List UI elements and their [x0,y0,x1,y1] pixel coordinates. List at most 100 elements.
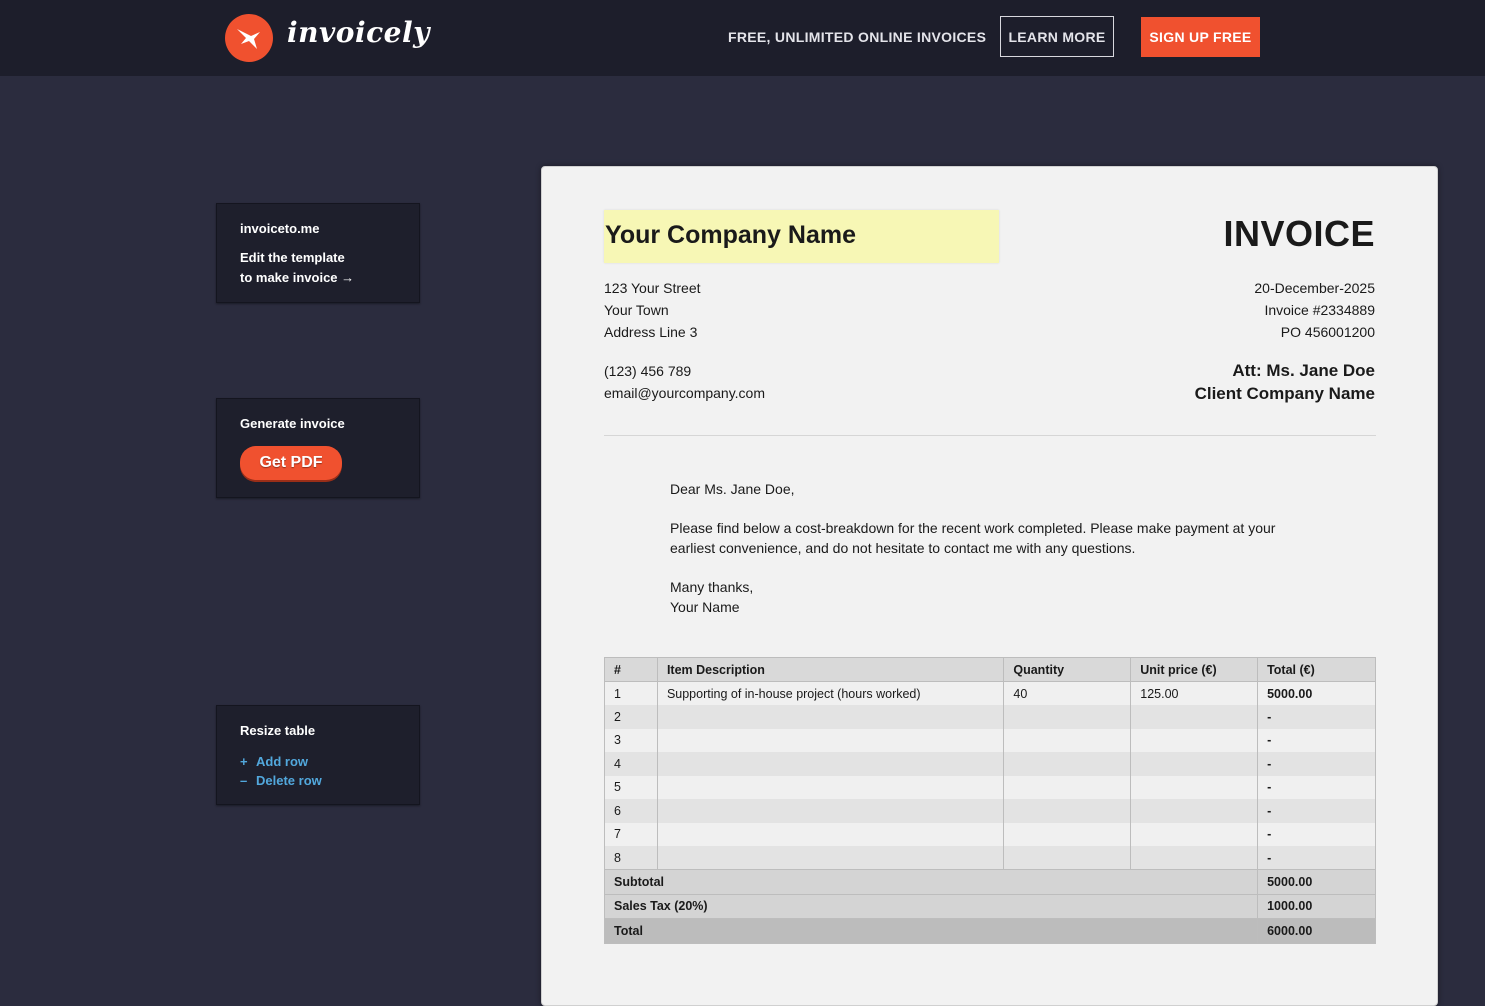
item-quantity-cell[interactable] [1003,728,1132,752]
item-unit-price-cell[interactable] [1130,799,1259,823]
item-description-cell[interactable] [656,705,1005,729]
item-number-cell[interactable]: 7 [604,822,658,846]
invoice-meta[interactable]: 20-December-2025 Invoice #2334889 PO 456… [1254,277,1375,343]
divider [604,435,1376,436]
promo-link[interactable]: FREE, UNLIMITED ONLINE INVOICES [728,29,986,45]
email-field[interactable]: email@yourcompany.com [604,382,765,404]
item-quantity-cell[interactable] [1003,705,1132,729]
get-pdf-button[interactable]: Get PDF [240,446,342,480]
letter-closing[interactable]: Many thanks, [670,579,753,595]
client-info[interactable]: Att: Ms. Jane Doe Client Company Name [1195,359,1375,405]
invoice-number[interactable]: Invoice #2334889 [1254,299,1375,321]
table-row: 2- [604,705,1376,729]
table-row: 4- [604,752,1376,776]
table-row: 1 Supporting of in-house project (hours w… [604,681,1376,705]
item-number-cell[interactable]: 1 [604,681,658,705]
cover-letter[interactable]: Dear Ms. Jane Doe, Please find below a c… [670,479,1290,636]
client-company-name[interactable]: Client Company Name [1195,382,1375,405]
letter-body[interactable]: Please find below a cost-breakdown for t… [670,518,1290,558]
column-header-quantity: Quantity [1003,657,1132,682]
item-description-cell[interactable] [656,846,1005,870]
item-description-cell[interactable] [656,799,1005,823]
item-total-cell: - [1257,846,1376,870]
subtotal-label: Subtotal [603,869,1259,894]
bird-logo-icon[interactable] [225,14,273,62]
item-total-cell: - [1257,799,1376,823]
item-number-cell[interactable]: 3 [604,728,658,752]
item-unit-price-cell[interactable]: 125.00 [1130,681,1259,705]
company-address[interactable]: 123 Your Street Your Town Address Line 3 [604,277,701,343]
item-number-cell[interactable]: 6 [604,799,658,823]
item-total-cell: 5000.00 [1257,681,1376,705]
generate-invoice-card: Generate invoice Get PDF [216,398,420,498]
address-line[interactable]: Your Town [604,299,701,321]
item-unit-price-cell[interactable] [1130,728,1259,752]
item-total-cell: - [1257,752,1376,776]
minus-icon: – [240,773,248,788]
top-navigation-bar: invoicely FREE, UNLIMITED ONLINE INVOICE… [0,0,1485,76]
company-contact[interactable]: (123) 456 789 email@yourcompany.com [604,360,765,404]
item-description-cell[interactable] [656,728,1005,752]
item-quantity-cell[interactable] [1003,846,1132,870]
company-name-field[interactable]: Your Company Name [604,210,999,263]
address-line[interactable]: Address Line 3 [604,321,701,343]
address-line[interactable]: 123 Your Street [604,277,701,299]
tax-row: Sales Tax (20%) 1000.00 [603,893,1376,919]
subtotal-value: 5000.00 [1257,869,1376,894]
column-header-total: Total (€) [1257,657,1376,682]
item-unit-price-cell[interactable] [1130,775,1259,799]
item-quantity-cell[interactable] [1003,822,1132,846]
item-quantity-cell[interactable]: 40 [1003,681,1132,705]
total-row: Total 6000.00 [603,918,1376,944]
item-description-cell[interactable] [656,822,1005,846]
edit-hint-line-2: to make invoice → [240,270,355,285]
delete-row-link[interactable]: – Delete row [240,771,396,790]
add-row-link[interactable]: + Add row [240,752,396,771]
item-number-cell[interactable]: 2 [604,705,658,729]
item-unit-price-cell[interactable] [1130,705,1259,729]
template-info-card: invoiceto.me Edit the template to make i… [216,203,420,303]
column-header-number: # [604,657,658,682]
item-unit-price-cell[interactable] [1130,752,1259,776]
item-quantity-cell[interactable] [1003,752,1132,776]
table-row: 7- [604,822,1376,846]
logo-wordmark[interactable]: invoicely [287,16,430,49]
invoice-heading[interactable]: INVOICE [1223,213,1375,255]
phone-field[interactable]: (123) 456 789 [604,360,765,382]
resize-table-card: Resize table + Add row – Delete row [216,705,420,805]
tax-label[interactable]: Sales Tax (20%) [603,893,1259,919]
item-unit-price-cell[interactable] [1130,822,1259,846]
item-description-cell[interactable] [656,752,1005,776]
table-row: 6- [604,799,1376,823]
table-header-row: # Item Description Quantity Unit price (… [604,657,1376,682]
delete-row-label: Delete row [256,773,322,788]
letter-signature[interactable]: Your Name [670,599,740,615]
generate-invoice-title: Generate invoice [240,416,345,431]
item-description-cell[interactable]: Supporting of in-house project (hours wo… [656,681,1005,705]
item-total-cell: - [1257,728,1376,752]
letter-greeting[interactable]: Dear Ms. Jane Doe, [670,479,1290,499]
item-description-cell[interactable] [656,775,1005,799]
item-number-cell[interactable]: 8 [604,846,658,870]
total-label: Total [603,918,1259,944]
item-quantity-cell[interactable] [1003,799,1132,823]
column-header-unit-price: Unit price (€) [1130,657,1259,682]
item-total-cell: - [1257,822,1376,846]
invoice-date[interactable]: 20-December-2025 [1254,277,1375,299]
item-total-cell: - [1257,775,1376,799]
invoice-items-table: # Item Description Quantity Unit price (… [603,657,1376,944]
po-number[interactable]: PO 456001200 [1254,321,1375,343]
table-row: 3- [604,728,1376,752]
item-quantity-cell[interactable] [1003,775,1132,799]
item-number-cell[interactable]: 4 [604,752,658,776]
learn-more-button[interactable]: LEARN MORE [1000,16,1114,57]
item-unit-price-cell[interactable] [1130,846,1259,870]
attention-line[interactable]: Att: Ms. Jane Doe [1195,359,1375,382]
resize-table-title: Resize table [240,723,316,738]
plus-icon: + [240,754,248,769]
table-row: 8- [604,846,1376,870]
subtotal-row: Subtotal 5000.00 [603,869,1376,894]
item-number-cell[interactable]: 5 [604,775,658,799]
sign-up-button[interactable]: SIGN UP FREE [1141,17,1260,57]
invoice-document: Your Company Name INVOICE 123 Your Stree… [541,166,1438,1006]
